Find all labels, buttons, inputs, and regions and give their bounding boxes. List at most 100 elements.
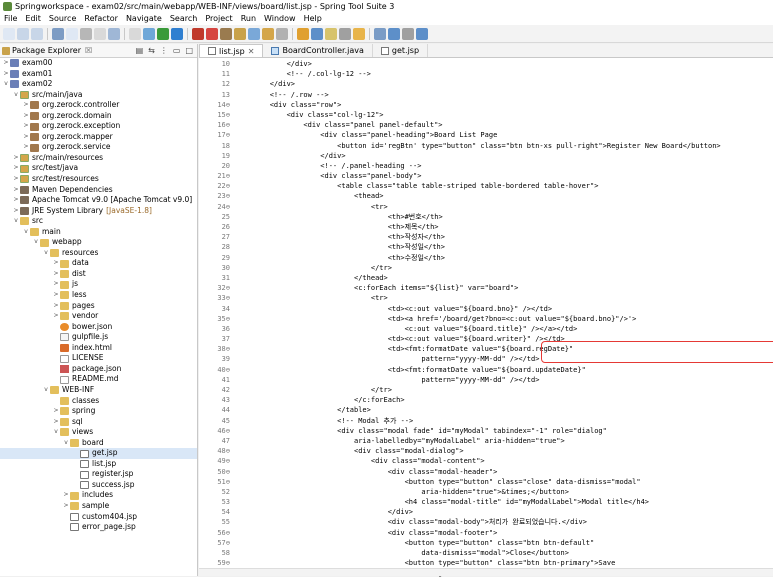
toolbar-button-icon[interactable] [129,27,141,40]
tree-item[interactable]: v board [0,438,197,449]
editor-tab-boardcontroller-java[interactable]: BoardController.java [263,44,373,57]
tree-item[interactable]: v views [0,427,197,438]
menu-navigate[interactable]: Navigate [122,14,166,23]
toolbar-button-icon[interactable] [31,27,43,40]
expand-toggle-icon[interactable]: > [12,174,20,185]
tree-item[interactable]: > org.zerock.controller [0,100,197,111]
tree-item[interactable]: classes [0,396,197,407]
menu-edit[interactable]: Edit [21,14,45,23]
tree-item[interactable]: v webapp [0,237,197,248]
toolbar-button-icon[interactable] [234,27,246,40]
horizontal-scrollbar[interactable] [199,568,773,576]
tree-item[interactable]: > sample [0,501,197,512]
close-view-icon[interactable]: ☒ [85,46,92,55]
tree-item[interactable]: > src/test/resources [0,174,197,185]
tree-item[interactable]: > sql [0,417,197,428]
collapse-all-icon[interactable]: ▤ [136,46,144,55]
menu-window[interactable]: Window [260,14,300,23]
tree-item[interactable]: > exam00 [0,58,197,69]
toolbar-button-icon[interactable] [248,27,260,40]
tree-item[interactable]: > vendor [0,311,197,322]
toolbar-button-icon[interactable] [353,27,365,40]
expand-toggle-icon[interactable]: v [12,216,20,227]
package-explorer-tab[interactable]: Package Explorer ☒ [2,46,92,55]
tree-item[interactable]: > less [0,290,197,301]
expand-toggle-icon[interactable]: > [22,121,30,132]
menu-source[interactable]: Source [45,14,80,23]
toolbar-button-icon[interactable] [171,27,183,40]
expand-toggle-icon[interactable]: v [22,227,30,238]
tree-item[interactable]: > src/main/resources [0,153,197,164]
expand-toggle-icon[interactable]: > [12,153,20,164]
tree-item[interactable]: gulpfile.js [0,332,197,343]
menu-file[interactable]: File [0,14,21,23]
tree-item[interactable]: > org.zerock.exception [0,121,197,132]
toolbar-button-icon[interactable] [80,27,92,40]
expand-toggle-icon[interactable]: > [12,185,20,196]
toolbar-button-icon[interactable] [66,27,78,40]
expand-toggle-icon[interactable]: > [52,417,60,428]
expand-toggle-icon[interactable]: > [22,111,30,122]
tree-item[interactable]: get.jsp [0,448,197,459]
toolbar-button-icon[interactable] [3,27,15,40]
expand-toggle-icon[interactable]: > [52,311,60,322]
toolbar-button-icon[interactable] [192,27,204,40]
tree-item[interactable]: v WEB-INF [0,385,197,396]
tree-item[interactable]: v exam02 [0,79,197,90]
tree-item[interactable]: > js [0,279,197,290]
tree-item[interactable]: success.jsp [0,480,197,491]
expand-toggle-icon[interactable]: > [52,258,60,269]
toolbar-button-icon[interactable] [17,27,29,40]
tree-item[interactable]: list.jsp [0,459,197,470]
tree-item[interactable]: > org.zerock.mapper [0,132,197,143]
link-with-editor-icon[interactable]: ⇆ [148,46,155,55]
toolbar-button-icon[interactable] [416,27,428,40]
expand-toggle-icon[interactable]: > [52,301,60,312]
tree-item[interactable]: > org.zerock.domain [0,111,197,122]
toolbar-button-icon[interactable] [108,27,120,40]
expand-toggle-icon[interactable]: > [12,195,20,206]
editor-tab-get-jsp[interactable]: get.jsp [373,44,429,57]
toolbar-button-icon[interactable] [94,27,106,40]
toolbar-button-icon[interactable] [206,27,218,40]
toolbar-button-icon[interactable] [143,27,155,40]
expand-toggle-icon[interactable]: > [52,279,60,290]
expand-toggle-icon[interactable]: > [52,290,60,301]
minimize-icon[interactable]: ▭ [173,46,181,55]
tree-item[interactable]: error_page.jsp [0,522,197,533]
tree-item[interactable]: > Apache Tomcat v9.0 [Apache Tomcat v9.0] [0,195,197,206]
expand-toggle-icon[interactable]: > [12,163,20,174]
tree-item[interactable]: > Maven Dependencies [0,185,197,196]
toolbar-button-icon[interactable] [374,27,386,40]
tree-item[interactable]: register.jsp [0,469,197,480]
expand-toggle-icon[interactable]: > [2,69,10,80]
editor-tab-list-jsp[interactable]: list.jsp ✕ [199,44,264,57]
expand-toggle-icon[interactable]: v [32,237,40,248]
toolbar-button-icon[interactable] [220,27,232,40]
expand-toggle-icon[interactable]: > [12,206,20,217]
expand-toggle-icon[interactable]: > [62,490,70,501]
tree-item[interactable]: v src/main/java [0,90,197,101]
expand-toggle-icon[interactable]: > [2,58,10,69]
tree-item[interactable]: v resources [0,248,197,259]
expand-toggle-icon[interactable]: v [62,438,70,449]
expand-toggle-icon[interactable]: v [42,385,50,396]
tree-item[interactable]: > src/test/java [0,163,197,174]
tree-item[interactable]: > org.zerock.service [0,142,197,153]
menu-refactor[interactable]: Refactor [80,14,122,23]
tree-item[interactable]: index.html [0,343,197,354]
menu-help[interactable]: Help [300,14,326,23]
tree-item[interactable]: package.json [0,364,197,375]
expand-toggle-icon[interactable]: > [22,132,30,143]
toolbar-button-icon[interactable] [262,27,274,40]
expand-toggle-icon[interactable]: > [52,406,60,417]
toolbar-button-icon[interactable] [297,27,309,40]
tree-item[interactable]: v main [0,227,197,238]
tree-item[interactable]: > includes [0,490,197,501]
tree-item[interactable]: LICENSE [0,353,197,364]
tree-item[interactable]: custom404.jsp [0,512,197,523]
maximize-icon[interactable]: □ [185,46,193,55]
tree-item[interactable]: > exam01 [0,69,197,80]
expand-toggle-icon[interactable]: > [22,142,30,153]
toolbar-button-icon[interactable] [325,27,337,40]
